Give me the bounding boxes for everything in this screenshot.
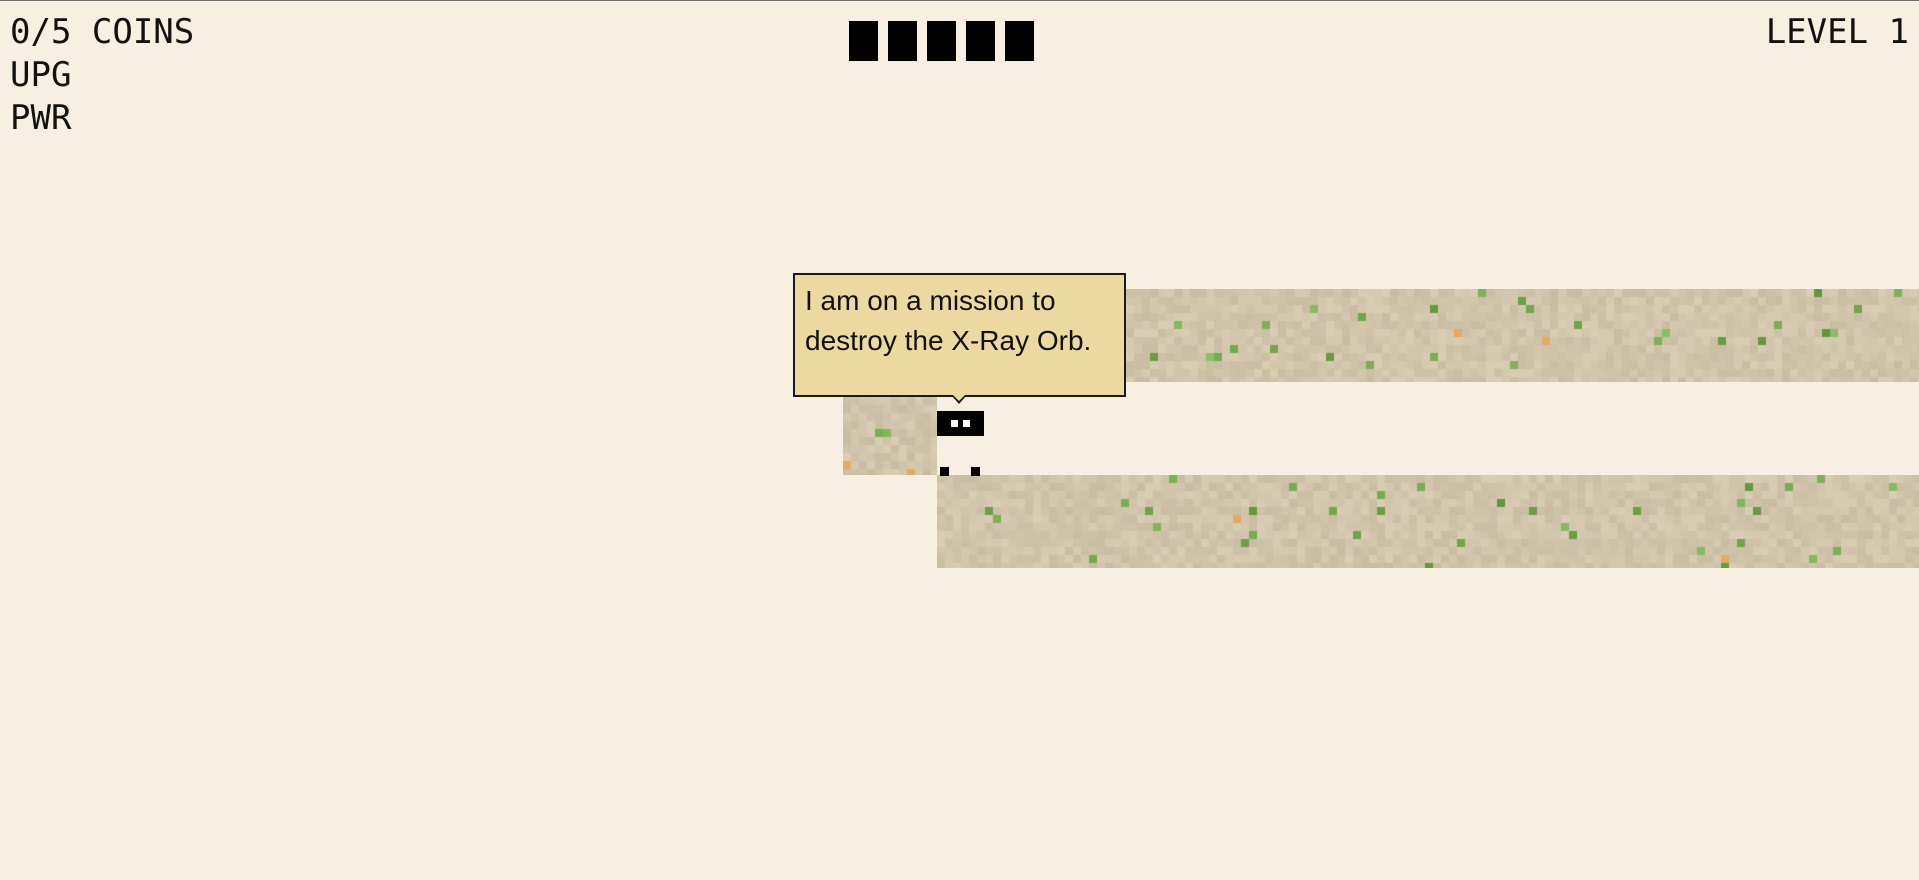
level-indicator: LEVEL 1 <box>1765 12 1909 52</box>
health-block-icon <box>1005 21 1034 61</box>
terrain-upper-platform <box>1126 289 1919 382</box>
health-block-icon <box>966 21 995 61</box>
player-eye <box>951 420 958 427</box>
coin-counter: 0/5 COINS <box>10 12 195 52</box>
player-head <box>937 411 984 436</box>
health-block-icon <box>849 21 878 61</box>
health-bar <box>849 21 1034 61</box>
hud-left: 0/5 COINS UPG PWR <box>10 11 194 140</box>
player-foot <box>940 467 949 476</box>
player-eye <box>963 420 970 427</box>
health-block-icon <box>927 21 956 61</box>
health-block-icon <box>888 21 917 61</box>
terrain-lower-platform <box>937 475 1919 568</box>
dialogue-bubble-tail-fill <box>953 395 965 401</box>
player-foot <box>971 467 980 476</box>
game-canvas[interactable]: 0/5 COINS UPG PWR LEVEL 1 I am on a miss… <box>0 0 1919 880</box>
terrain-small-block <box>843 397 937 475</box>
player-character-icon <box>937 411 984 476</box>
power-label: PWR <box>10 98 72 138</box>
upgrade-label: UPG <box>10 55 72 95</box>
dialogue-bubble: I am on a mission to destroy the X-Ray O… <box>793 273 1126 397</box>
